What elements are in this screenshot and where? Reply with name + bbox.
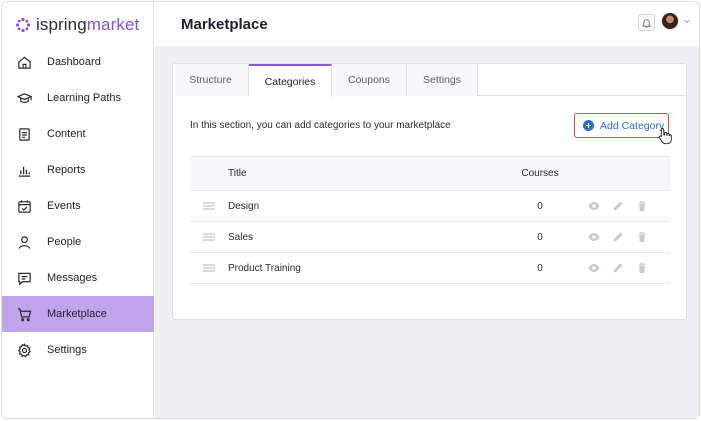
sidebar-item-marketplace[interactable]: Marketplace xyxy=(2,296,154,332)
trash-icon[interactable] xyxy=(636,231,648,243)
category-title: Product Training xyxy=(228,262,301,274)
sidebar-item-label: Reports xyxy=(47,164,86,176)
chevron-down-icon[interactable] xyxy=(683,17,691,25)
category-courses: 0 xyxy=(537,262,543,274)
column-courses[interactable]: Courses xyxy=(500,168,580,179)
sidebar-item-dashboard[interactable]: Dashboard xyxy=(2,44,154,80)
sidebar-item-settings[interactable]: Settings xyxy=(2,332,154,368)
tab-categories[interactable]: Categories xyxy=(249,64,332,97)
logo[interactable]: ispringmarket xyxy=(15,15,139,35)
drag-handle[interactable] xyxy=(190,264,228,272)
bell-icon xyxy=(642,18,651,27)
person-icon xyxy=(18,235,31,249)
document-icon xyxy=(19,127,30,141)
cart-icon xyxy=(17,307,32,321)
graduation-cap-icon xyxy=(17,92,32,103)
pencil-icon[interactable] xyxy=(612,262,624,274)
sidebar-item-learning-paths[interactable]: Learning Paths xyxy=(2,80,154,116)
home-icon xyxy=(18,56,31,69)
pencil-icon[interactable] xyxy=(612,231,624,243)
tab-settings[interactable]: Settings xyxy=(407,64,478,96)
drag-handle[interactable] xyxy=(190,233,228,241)
categories-table: Title Courses Design 0 Sales 0 Product T… xyxy=(190,156,670,284)
app-window: ispringmarket Dashboard Learning Paths C… xyxy=(1,1,700,419)
table-row: Design 0 xyxy=(190,191,670,222)
ispring-logo-icon xyxy=(15,17,31,33)
category-title: Design xyxy=(228,200,260,212)
drag-handle-icon xyxy=(203,264,215,272)
table-header: Title Courses xyxy=(190,156,670,191)
eye-icon[interactable] xyxy=(588,200,600,212)
sidebar-item-events[interactable]: Events xyxy=(2,188,154,224)
gear-icon xyxy=(18,342,31,357)
add-category-button[interactable]: Add Category xyxy=(574,113,669,138)
sidebar-item-content[interactable]: Content xyxy=(2,116,154,152)
tab-coupons[interactable]: Coupons xyxy=(332,64,407,96)
tab-structure[interactable]: Structure xyxy=(173,64,249,96)
pencil-icon[interactable] xyxy=(612,200,624,212)
category-title: Sales xyxy=(228,231,254,243)
tab-bar: Structure Categories Coupons Settings xyxy=(173,64,686,97)
drag-handle[interactable] xyxy=(190,202,228,210)
sidebar-item-label: Content xyxy=(47,128,86,140)
logo-text: ispringmarket xyxy=(36,15,140,34)
sidebar-item-label: Settings xyxy=(47,344,87,356)
bar-chart-icon xyxy=(18,166,31,177)
category-courses: 0 xyxy=(537,200,543,212)
drag-handle-icon xyxy=(203,202,215,210)
sidebar-item-reports[interactable]: Reports xyxy=(2,152,154,188)
add-category-label: Add Category xyxy=(600,119,665,132)
sidebar-item-label: Events xyxy=(47,200,81,212)
notifications-button[interactable] xyxy=(638,14,655,31)
category-courses: 0 xyxy=(537,231,543,243)
sidebar: ispringmarket Dashboard Learning Paths C… xyxy=(2,2,154,418)
main-content: Structure Categories Coupons Settings In… xyxy=(155,46,699,418)
plus-circle-icon xyxy=(583,120,594,131)
user-avatar[interactable] xyxy=(661,12,679,30)
column-title[interactable]: Title xyxy=(228,168,500,179)
sidebar-nav: Dashboard Learning Paths Content Reports xyxy=(2,44,154,368)
sidebar-item-people[interactable]: People xyxy=(2,224,154,260)
table-row: Product Training 0 xyxy=(190,253,670,284)
calendar-check-icon xyxy=(18,199,31,213)
sidebar-item-label: Marketplace xyxy=(47,308,107,320)
table-row: Sales 0 xyxy=(190,222,670,253)
sidebar-item-messages[interactable]: Messages xyxy=(2,260,154,296)
eye-icon[interactable] xyxy=(588,262,600,274)
sidebar-item-label: Messages xyxy=(47,272,98,284)
eye-icon[interactable] xyxy=(588,231,600,243)
page-title: Marketplace xyxy=(181,16,268,33)
section-description: In this section, you can add categories … xyxy=(190,120,451,131)
sidebar-item-label: People xyxy=(47,236,82,248)
message-icon xyxy=(18,272,31,285)
sidebar-item-label: Dashboard xyxy=(47,56,101,68)
top-bar: Marketplace xyxy=(155,2,699,46)
trash-icon[interactable] xyxy=(636,262,648,274)
marketplace-card: Structure Categories Coupons Settings In… xyxy=(172,63,687,320)
hand-pointer-icon xyxy=(658,128,672,145)
trash-icon[interactable] xyxy=(636,200,648,212)
drag-handle-icon xyxy=(203,233,215,241)
sidebar-item-label: Learning Paths xyxy=(47,92,121,104)
